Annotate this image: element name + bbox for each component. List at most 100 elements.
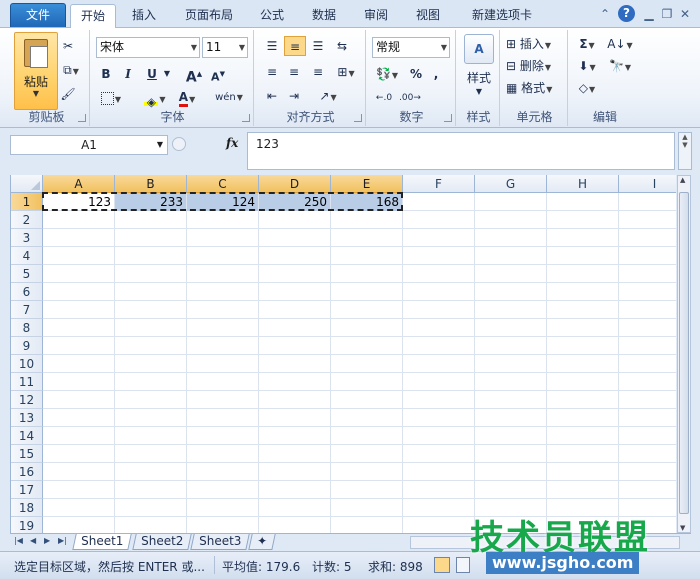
row-header-15[interactable]: 15: [11, 445, 43, 463]
phonetic-button[interactable]: wén▼: [212, 88, 246, 108]
prev-sheet-icon[interactable]: ◀: [30, 536, 36, 545]
insert-sheet-icon[interactable]: ✦: [248, 534, 276, 550]
scroll-down-icon[interactable]: ▼: [680, 524, 685, 532]
row-header-13[interactable]: 13: [11, 409, 43, 427]
styles-icon[interactable]: A: [464, 34, 494, 64]
autosum-icon[interactable]: Σ▼: [574, 34, 600, 54]
name-box[interactable]: A1 ▼: [10, 135, 168, 155]
dialog-launcher-icon[interactable]: [354, 114, 362, 122]
row-header-5[interactable]: 5: [11, 265, 43, 283]
number-format-combo[interactable]: 常规 ▼: [372, 37, 450, 58]
sheet-tab-3[interactable]: Sheet3: [190, 534, 251, 550]
column-header-i[interactable]: I: [619, 175, 676, 193]
row-header-3[interactable]: 3: [11, 229, 43, 247]
cell-d1[interactable]: 250: [259, 193, 330, 211]
dialog-launcher-icon[interactable]: [78, 114, 86, 122]
tab-file[interactable]: 文件: [10, 3, 66, 27]
normal-view-icon[interactable]: [434, 557, 450, 573]
first-sheet-icon[interactable]: |◀: [14, 536, 23, 545]
minimize-ribbon-icon[interactable]: ⌃: [596, 5, 614, 23]
italic-button[interactable]: I: [118, 64, 138, 84]
row-header-6[interactable]: 6: [11, 283, 43, 301]
format-painter-icon[interactable]: 🖌: [58, 84, 78, 104]
delete-cells-button[interactable]: ⊟ 删除▼: [506, 56, 566, 76]
cell-b1[interactable]: 233: [115, 193, 186, 211]
row-header-18[interactable]: 18: [11, 499, 43, 517]
tab-new-tab[interactable]: 新建选项卡: [462, 4, 542, 28]
column-header-g[interactable]: G: [475, 175, 547, 193]
shrink-font-button[interactable]: A▼: [208, 64, 228, 84]
align-center-icon[interactable]: ≡: [284, 62, 304, 82]
column-header-d[interactable]: D: [259, 175, 331, 193]
tab-data[interactable]: 数据: [304, 4, 344, 28]
bold-button[interactable]: B: [96, 64, 116, 84]
border-button[interactable]: ▼: [96, 88, 126, 108]
sheet-tab-2[interactable]: Sheet2: [132, 534, 193, 550]
column-header-c[interactable]: C: [187, 175, 259, 193]
minimize-icon[interactable]: ▁: [640, 5, 658, 23]
tab-review[interactable]: 审阅: [356, 4, 396, 28]
grow-font-button[interactable]: A▲: [184, 64, 204, 86]
row-header-19[interactable]: 19: [11, 517, 43, 533]
dialog-launcher-icon[interactable]: [444, 114, 452, 122]
scroll-up-icon[interactable]: ▲: [680, 176, 685, 184]
row-header-16[interactable]: 16: [11, 463, 43, 481]
vertical-scrollbar[interactable]: ▲ ▼: [677, 175, 691, 533]
row-header-2[interactable]: 2: [11, 211, 43, 229]
font-name-combo[interactable]: 宋体 ▼: [96, 37, 200, 58]
chevron-down-icon[interactable]: ▼: [458, 82, 500, 102]
row-header-8[interactable]: 8: [11, 319, 43, 337]
row-header-14[interactable]: 14: [11, 427, 43, 445]
row-header-9[interactable]: 9: [11, 337, 43, 355]
sort-filter-icon[interactable]: A↓▼: [606, 34, 634, 54]
cell-c1[interactable]: 124: [187, 193, 258, 211]
percent-button[interactable]: %: [408, 64, 424, 84]
clear-icon[interactable]: ◇▼: [574, 78, 600, 98]
font-color-button[interactable]: A▼: [172, 88, 202, 108]
comma-button[interactable]: ,: [428, 64, 444, 84]
merge-cells-icon[interactable]: ⊞▼: [332, 62, 360, 82]
insert-function-icon[interactable]: fx: [226, 136, 238, 150]
help-icon[interactable]: ?: [618, 5, 635, 22]
row-header-4[interactable]: 4: [11, 247, 43, 265]
underline-button[interactable]: U: [142, 64, 162, 84]
align-bottom-icon[interactable]: ☰: [308, 36, 328, 56]
decrease-indent-icon[interactable]: ⇤: [262, 86, 282, 106]
tab-page-layout[interactable]: 页面布局: [176, 4, 242, 28]
row-header-12[interactable]: 12: [11, 391, 43, 409]
fill-icon[interactable]: ⬇▼: [574, 56, 600, 76]
tab-insert[interactable]: 插入: [124, 4, 164, 28]
increase-indent-icon[interactable]: ⇥: [284, 86, 304, 106]
insert-cells-button[interactable]: ⊞ 插入▼: [506, 34, 566, 54]
tab-view[interactable]: 视图: [408, 4, 448, 28]
currency-icon[interactable]: 💱▼: [372, 64, 402, 84]
row-header-1[interactable]: 1: [11, 193, 43, 211]
wrap-text-icon[interactable]: ⇆: [332, 36, 352, 56]
expand-circle-icon[interactable]: [172, 137, 186, 151]
cell-a1[interactable]: 123: [43, 193, 114, 211]
formula-input[interactable]: 123: [247, 132, 675, 170]
sheet-tab-1[interactable]: Sheet1: [72, 534, 133, 550]
page-layout-view-icon[interactable]: [456, 557, 470, 573]
align-top-icon[interactable]: ☰: [262, 36, 282, 56]
column-header-f[interactable]: F: [403, 175, 475, 193]
row-header-11[interactable]: 11: [11, 373, 43, 391]
cell-e1[interactable]: 168: [331, 193, 402, 211]
chevron-down-icon[interactable]: ▼: [162, 64, 172, 84]
column-header-e[interactable]: E: [331, 175, 403, 193]
align-right-icon[interactable]: ≡: [308, 62, 328, 82]
formula-expand-scroll[interactable]: ▲ ▼: [678, 132, 692, 170]
increase-decimal-icon[interactable]: ←.0: [372, 88, 396, 108]
select-all-corner[interactable]: [11, 175, 43, 193]
align-middle-icon[interactable]: ≡: [284, 36, 306, 56]
close-icon[interactable]: ✕: [676, 5, 694, 23]
row-header-17[interactable]: 17: [11, 481, 43, 499]
format-cells-button[interactable]: ▦ 格式▼: [506, 78, 566, 98]
row-header-7[interactable]: 7: [11, 301, 43, 319]
dialog-launcher-icon[interactable]: [242, 114, 250, 122]
cut-icon[interactable]: ✂: [58, 36, 78, 56]
orientation-icon[interactable]: ↗▼: [314, 86, 342, 106]
decrease-decimal-icon[interactable]: .00→: [398, 88, 422, 108]
font-size-combo[interactable]: 11 ▼: [202, 37, 248, 58]
tab-home[interactable]: 开始: [70, 4, 116, 29]
